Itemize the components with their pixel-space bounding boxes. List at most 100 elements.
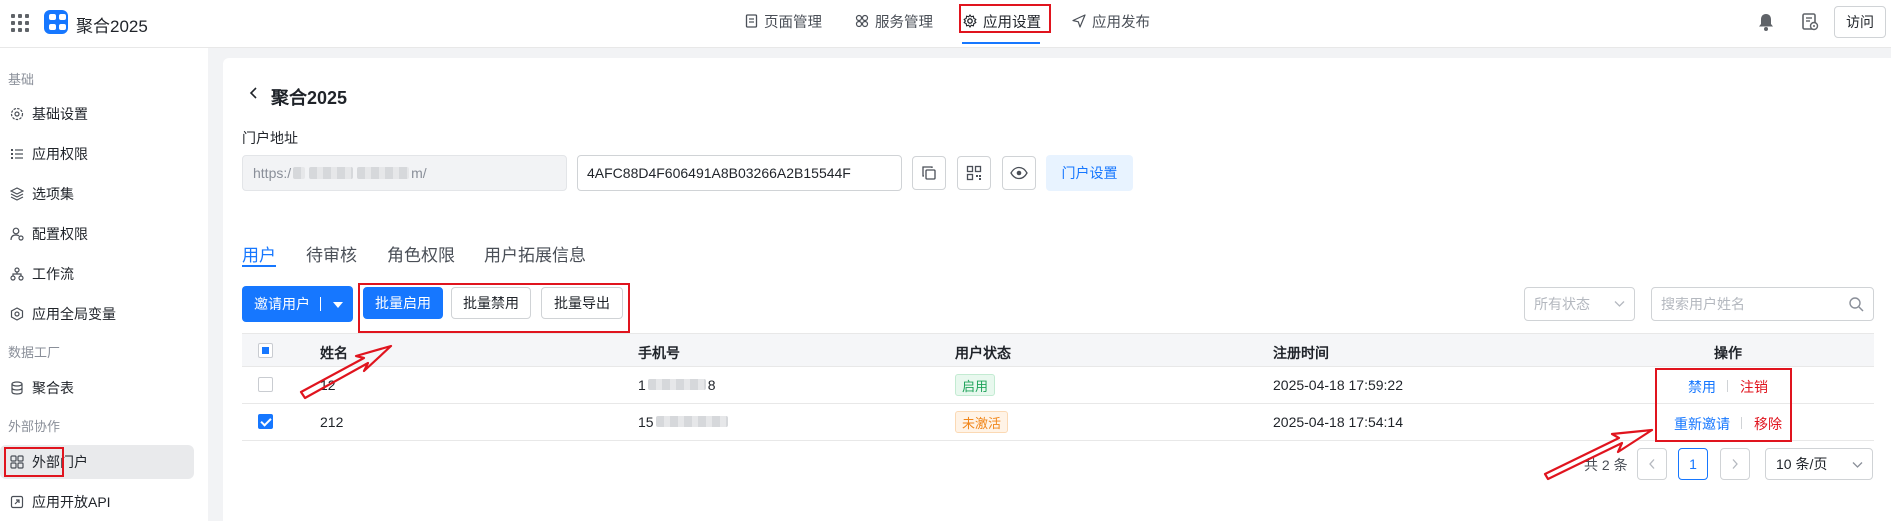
- sidebar-item-label: 外部门户: [32, 454, 88, 470]
- user-name: 12: [320, 377, 336, 393]
- nav-service-management[interactable]: 服务管理: [855, 10, 933, 32]
- tab-user-extended-info[interactable]: 用户拓展信息: [484, 241, 586, 266]
- sidebar-item-label: 应用全局变量: [32, 306, 116, 322]
- nav-app-settings-label: 应用设置: [983, 14, 1041, 31]
- bell-icon[interactable]: [1757, 12, 1775, 32]
- portal-grid-icon: [10, 455, 24, 469]
- portal-address-label: 门户地址: [242, 130, 298, 146]
- redacted-text: [655, 416, 728, 427]
- sidebar-item-basic-settings[interactable]: 基础设置: [0, 97, 194, 131]
- tab-active-indicator: [242, 265, 276, 267]
- status-badge: 启用: [955, 374, 996, 396]
- phone-prefix: 15: [638, 414, 654, 430]
- select-all-checkbox[interactable]: [258, 343, 273, 358]
- action-divider: [1741, 417, 1742, 429]
- column-registered: 注册时间: [1273, 345, 1329, 361]
- portal-url-prefix: https:/: [253, 165, 292, 181]
- nav-page-management[interactable]: 页面管理: [745, 10, 822, 32]
- top-bar: 聚合2025 页面管理 服务管理 应用设置 应用发布 访问: [0, 0, 1891, 48]
- sidebar-item-label: 基础设置: [32, 106, 88, 122]
- nav-app-publish[interactable]: 应用发布: [1072, 10, 1150, 32]
- next-page-button[interactable]: [1720, 448, 1750, 480]
- sidebar-item-workflow[interactable]: 工作流: [0, 257, 194, 291]
- column-actions: 操作: [1714, 345, 1742, 361]
- copy-button[interactable]: [912, 156, 946, 190]
- total-count: 共 2 条: [1584, 457, 1628, 473]
- page-size-select[interactable]: 10 条/页: [1765, 448, 1873, 480]
- redacted-text: [647, 379, 706, 390]
- batch-enable-button[interactable]: 批量启用: [363, 287, 443, 319]
- sidebar-group-external: 外部协作: [8, 419, 61, 434]
- user-phone: 18: [638, 377, 716, 393]
- qr-code-button[interactable]: [957, 156, 991, 190]
- sidebar-item-option-sets[interactable]: 选项集: [0, 177, 194, 211]
- nav-app-settings[interactable]: 应用设置: [963, 10, 1041, 32]
- send-icon: [1072, 14, 1086, 28]
- search-icon[interactable]: [1848, 296, 1864, 312]
- row-checkbox[interactable]: [258, 377, 273, 392]
- search-input[interactable]: 搜索用户姓名: [1651, 287, 1874, 321]
- chevron-down-icon[interactable]: [333, 302, 343, 308]
- sidebar-item-open-api[interactable]: 应用开放API: [0, 485, 194, 519]
- tab-users[interactable]: 用户: [242, 241, 276, 266]
- table-row: 12 18 启用 2025-04-18 17:59:22 禁用 注销: [242, 367, 1874, 404]
- database-icon: [11, 381, 23, 395]
- page-title: 聚合2025: [271, 88, 348, 108]
- action-divider: [1727, 380, 1728, 392]
- app-grid-icon[interactable]: [11, 14, 29, 32]
- sidebar-item-config-permissions[interactable]: 配置权限: [0, 217, 194, 251]
- sidebar-group-basic: 基础: [8, 72, 35, 87]
- copy-icon: [922, 166, 936, 180]
- document-settings-icon[interactable]: [1801, 12, 1819, 32]
- row-checkbox[interactable]: [258, 414, 273, 429]
- deregister-link[interactable]: 注销: [1740, 377, 1768, 397]
- tab-role-permissions[interactable]: 角色权限: [387, 241, 455, 266]
- sidebar-item-label: 工作流: [32, 266, 74, 282]
- sidebar-item-global-variables[interactable]: 应用全局变量: [0, 297, 194, 331]
- nav-page-management-label: 页面管理: [764, 14, 822, 31]
- sidebar-item-aggregate-table[interactable]: 聚合表: [0, 371, 194, 405]
- invite-divider: [320, 297, 321, 311]
- hexagon-icon: [10, 307, 24, 321]
- batch-disable-button[interactable]: 批量禁用: [451, 287, 531, 319]
- user-name: 212: [320, 414, 344, 430]
- phone-suffix: 8: [707, 377, 716, 393]
- column-phone: 手机号: [638, 345, 680, 361]
- tab-pending-review[interactable]: 待审核: [306, 241, 357, 266]
- sidebar-item-app-permissions[interactable]: 应用权限: [0, 137, 194, 171]
- services-icon: [855, 14, 869, 28]
- portal-url-suffix: m/: [411, 165, 427, 181]
- registered-time: 2025-04-18 17:54:14: [1273, 414, 1403, 430]
- page-size-value: 10 条/页: [1776, 456, 1828, 472]
- visit-button[interactable]: 访问: [1834, 6, 1886, 38]
- prev-page-button[interactable]: [1637, 448, 1667, 480]
- invite-user-label: 邀请用户: [254, 296, 310, 312]
- column-status: 用户状态: [955, 345, 1011, 361]
- reinvite-link[interactable]: 重新邀请: [1674, 414, 1730, 434]
- document-icon: [745, 14, 758, 28]
- app-logo-icon: [44, 10, 68, 34]
- portal-url-field[interactable]: https:/ m/: [242, 155, 567, 191]
- remove-link[interactable]: 移除: [1754, 414, 1782, 434]
- nav-active-indicator: [962, 42, 1040, 44]
- sidebar-item-external-portal[interactable]: 外部门户: [0, 445, 194, 479]
- preview-button[interactable]: [1002, 156, 1036, 190]
- qr-code-icon: [966, 165, 982, 181]
- chevron-left-icon: [1649, 459, 1655, 469]
- portal-settings-button[interactable]: 门户设置: [1046, 155, 1133, 191]
- status-filter-select[interactable]: 所有状态: [1524, 287, 1635, 321]
- layers-icon: [10, 187, 24, 201]
- list-icon: [11, 149, 23, 159]
- redacted-text: [357, 167, 410, 179]
- sidebar-item-label: 聚合表: [32, 380, 74, 396]
- page-number[interactable]: 1: [1678, 448, 1708, 480]
- portal-key-field[interactable]: 4AFC88D4F606491A8B03266A2B15544F: [577, 155, 902, 191]
- sidebar-group-data-factory: 数据工厂: [8, 345, 61, 360]
- table-header: 姓名 手机号 用户状态 注册时间 操作: [242, 333, 1874, 367]
- chevron-down-icon: [1852, 462, 1863, 468]
- disable-link[interactable]: 禁用: [1688, 377, 1716, 397]
- batch-export-button[interactable]: 批量导出: [541, 287, 623, 319]
- redacted-text: [309, 167, 354, 179]
- registered-time: 2025-04-18 17:59:22: [1273, 377, 1403, 393]
- back-arrow-icon[interactable]: [248, 86, 260, 100]
